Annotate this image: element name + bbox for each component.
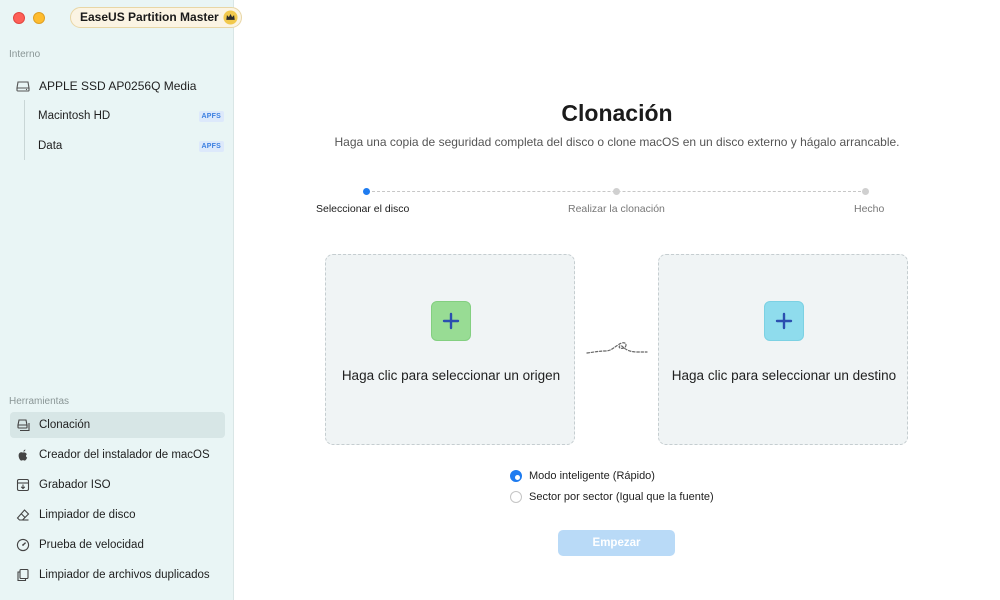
sidebar-item-label: Limpiador de archivos duplicados	[39, 569, 210, 581]
sidebar-item-label: Clonación	[39, 419, 91, 431]
radio-unchecked-indicator[interactable]	[510, 491, 522, 503]
eraser-icon	[16, 509, 30, 521]
main-panel: Clonación Haga una copia de seguridad co…	[234, 0, 1000, 600]
partition-name: Data	[38, 140, 63, 152]
step-label-done: Hecho	[854, 203, 885, 215]
target-disk-card[interactable]: Haga clic para seleccionar un destino	[658, 254, 908, 445]
radio-checked-indicator[interactable]	[510, 470, 522, 482]
link-connector-icon	[586, 342, 648, 354]
sidebar-item-disk-cleaner[interactable]: Limpiador de disco	[10, 502, 225, 528]
apple-icon	[18, 449, 28, 461]
speedometer-icon	[16, 538, 30, 552]
brand-label: EaseUS Partition Master	[80, 10, 219, 24]
sidebar-item-label: Grabador ISO	[39, 479, 111, 491]
minimize-window-button[interactable]	[33, 12, 45, 24]
sidebar-item-label: Creador del instalador de macOS	[39, 449, 210, 461]
mode-sector-radio[interactable]: Sector por sector (Igual que la fuente)	[510, 491, 714, 503]
add-source-button[interactable]	[431, 301, 471, 341]
clone-icon	[17, 419, 30, 432]
page-subtitle: Haga una copia de seguridad completa del…	[334, 135, 900, 149]
source-card-label: Haga clic para seleccionar un origen	[341, 368, 561, 383]
internal-section-label: Interno	[9, 49, 41, 60]
step-label-clone: Realizar la clonación	[568, 203, 665, 215]
brand-badge[interactable]: EaseUS Partition Master	[70, 7, 242, 28]
disk-item[interactable]: APPLE SSD AP0256Q Media	[16, 76, 196, 96]
mode-smart-radio[interactable]: Modo inteligente (Rápido)	[510, 470, 655, 482]
mode-smart-label: Modo inteligente (Rápido)	[529, 470, 655, 482]
sidebar-item-label: Prueba de velocidad	[39, 539, 144, 551]
page-title: Clonación	[561, 100, 673, 126]
start-button[interactable]: Empezar	[558, 530, 675, 556]
close-window-button[interactable]	[13, 12, 25, 24]
sidebar-item-macos-installer[interactable]: Creador del instalador de macOS	[10, 442, 225, 468]
filesystem-badge: APFS	[198, 110, 224, 122]
app-window: EaseUS Partition Master Interno APPLE SS…	[0, 0, 1000, 600]
step-dot-select-disk	[363, 188, 370, 195]
partition-item[interactable]: Macintosh HD APFS	[38, 106, 224, 126]
duplicate-files-icon	[17, 568, 29, 582]
tools-section-label: Herramientas	[9, 396, 70, 407]
window-controls	[13, 12, 45, 24]
plus-icon	[775, 312, 793, 330]
tree-connector	[24, 100, 25, 160]
sidebar: EaseUS Partition Master Interno APPLE SS…	[0, 0, 242, 600]
target-card-label: Haga clic para seleccionar un destino	[671, 368, 897, 383]
sidebar-item-label: Limpiador de disco	[39, 509, 136, 521]
add-target-button[interactable]	[764, 301, 804, 341]
partition-item[interactable]: Data APFS	[38, 136, 224, 156]
sidebar-item-clone[interactable]: Clonación	[10, 412, 225, 438]
sidebar-item-speed-test[interactable]: Prueba de velocidad	[10, 532, 225, 558]
mode-sector-label: Sector por sector (Igual que la fuente)	[529, 491, 714, 503]
sidebar-item-iso-burner[interactable]: Grabador ISO	[10, 472, 225, 498]
source-disk-card[interactable]: Haga clic para seleccionar un origen	[325, 254, 575, 445]
filesystem-badge: APFS	[198, 140, 224, 152]
sidebar-item-duplicate-cleaner[interactable]: Limpiador de archivos duplicados	[10, 562, 225, 588]
iso-burner-icon	[16, 478, 30, 492]
drive-icon	[16, 81, 30, 92]
step-dot-done	[862, 188, 869, 195]
plus-icon	[442, 312, 460, 330]
partition-name: Macintosh HD	[38, 110, 111, 122]
step-label-select-disk: Seleccionar el disco	[316, 203, 410, 215]
step-dot-clone	[613, 188, 620, 195]
disk-name: APPLE SSD AP0256Q Media	[39, 79, 197, 93]
